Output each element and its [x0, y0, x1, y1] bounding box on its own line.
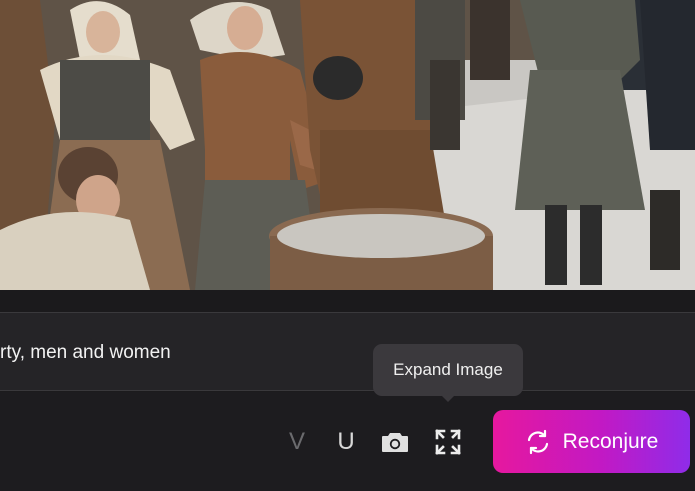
tooltip-arrow	[441, 395, 455, 402]
refresh-icon	[527, 429, 548, 454]
prompt-text[interactable]: rty, men and women	[0, 342, 171, 364]
reconjure-button[interactable]: Reconjure	[493, 410, 690, 473]
generated-image[interactable]	[0, 0, 695, 290]
app-root: rty, men and women V U Expand Image Reco…	[0, 0, 695, 491]
upscale-button[interactable]: U	[333, 428, 359, 456]
camera-icon	[382, 433, 408, 452]
expand-image-tooltip: Expand Image	[373, 344, 523, 396]
reconjure-label: Reconjure	[562, 429, 659, 453]
tooltip-text: Expand Image	[393, 360, 503, 379]
expand-icon	[435, 429, 461, 455]
image-gap	[0, 290, 695, 312]
camera-button[interactable]	[380, 428, 410, 456]
variation-button[interactable]: V	[284, 428, 310, 456]
expand-image-button[interactable]	[434, 428, 462, 456]
prompt-row: rty, men and women	[0, 313, 695, 391]
image-illustration	[0, 0, 695, 290]
upscale-label: U	[337, 428, 355, 455]
variation-label: V	[288, 428, 305, 455]
